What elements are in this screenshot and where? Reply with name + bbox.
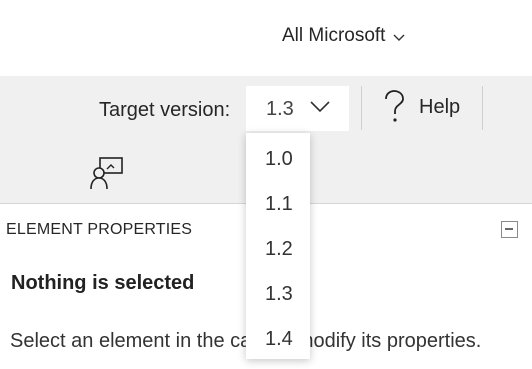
version-option[interactable]: 1.1 <box>246 181 310 226</box>
version-option[interactable]: 1.3 <box>246 271 310 316</box>
presenter-icon[interactable] <box>90 156 124 190</box>
version-option[interactable]: 1.0 <box>246 136 310 181</box>
all-microsoft-label: All Microsoft <box>282 25 386 46</box>
version-option[interactable]: 1.2 <box>246 226 310 271</box>
collapse-minus-icon[interactable] <box>501 221 518 238</box>
version-dropdown-menu: 1.0 1.1 1.2 1.3 1.4 <box>246 133 310 359</box>
question-mark-icon <box>385 90 404 122</box>
help-label: Help <box>419 95 461 118</box>
panel-title: ELEMENT PROPERTIES <box>6 221 193 238</box>
chevron-down-icon <box>310 101 330 113</box>
toolbar-divider <box>361 86 362 130</box>
toolbar-divider <box>482 86 483 130</box>
help-button[interactable]: Help <box>383 84 460 130</box>
empty-state-title: Nothing is selected <box>11 272 195 294</box>
top-bar: All Microsoft <box>0 0 532 76</box>
target-version-value: 1.3 <box>266 98 294 120</box>
target-version-select[interactable]: 1.3 <box>246 86 349 131</box>
version-option[interactable]: 1.4 <box>246 316 310 361</box>
target-version-label: Target version: <box>99 99 231 121</box>
all-microsoft-dropdown[interactable]: All Microsoft <box>282 25 405 47</box>
chevron-down-icon <box>393 34 405 41</box>
